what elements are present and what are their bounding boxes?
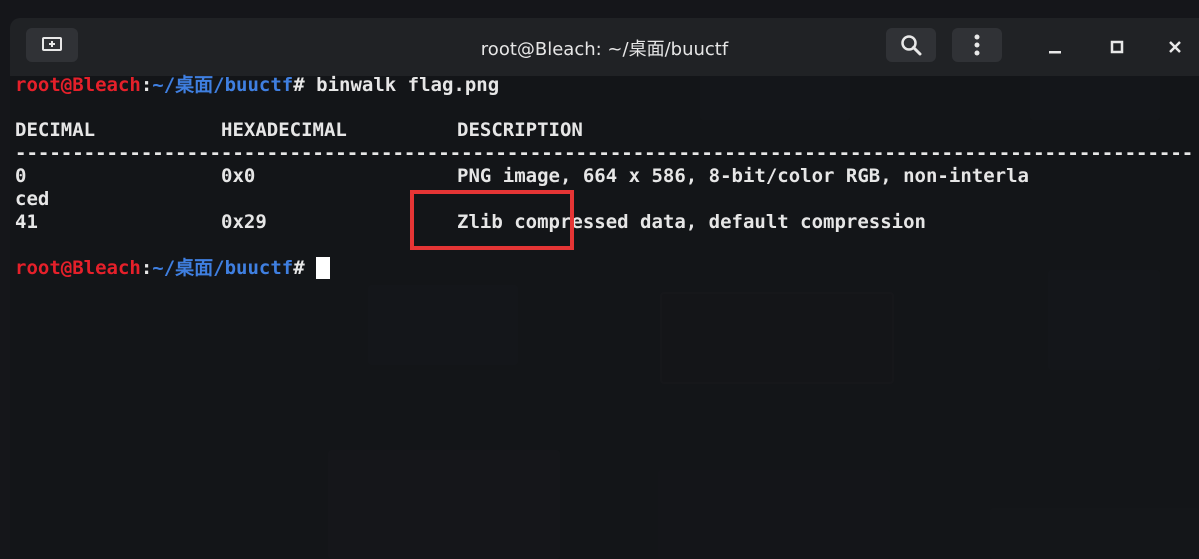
prompt-symbol: # bbox=[293, 74, 305, 96]
minimize-icon bbox=[1049, 51, 1061, 54]
row-hex: 0x29 bbox=[221, 211, 267, 233]
row-description: PNG image, 664 x 586, 8-bit/color RGB, n… bbox=[457, 165, 1029, 187]
header-description: DESCRIPTION bbox=[457, 119, 583, 141]
prompt-separator: : bbox=[140, 257, 153, 279]
command-line: root@Bleach:~/桌面/buuctf# binwalk flag.pn… bbox=[15, 74, 499, 96]
new-tab-button[interactable] bbox=[26, 28, 78, 62]
prompt-user-host: root@Bleach bbox=[15, 257, 141, 279]
search-icon bbox=[901, 35, 922, 56]
search-button[interactable] bbox=[886, 28, 936, 62]
window-title: root@Bleach: ~/桌面/buuctf bbox=[480, 39, 729, 60]
divider-line: ----------------------------------------… bbox=[15, 142, 1195, 164]
row-hex: 0x0 bbox=[221, 165, 256, 187]
kebab-menu-icon bbox=[974, 34, 980, 56]
prompt-path: ~/桌面/buuctf bbox=[152, 74, 294, 96]
terminal-output[interactable]: root@Bleach:~/桌面/buuctf# binwalk flag.pn… bbox=[15, 74, 1199, 559]
prompt-symbol: # bbox=[293, 257, 305, 279]
text-cursor bbox=[316, 257, 331, 279]
prompt-line: root@Bleach:~/桌面/buuctf# bbox=[15, 257, 331, 279]
row-decimal: ced bbox=[15, 188, 50, 210]
new-tab-icon bbox=[42, 37, 62, 51]
row-decimal: 0 bbox=[15, 165, 27, 187]
terminal-window: root@Bleach: ~/桌面/buuctf root@Bleach:~/桌… bbox=[10, 18, 1199, 559]
title-bar: root@Bleach: ~/桌面/buuctf bbox=[10, 18, 1199, 76]
menu-button[interactable] bbox=[952, 28, 1002, 62]
header-decimal: DECIMAL bbox=[15, 119, 96, 141]
minimize-button[interactable] bbox=[1040, 32, 1070, 62]
row-decimal: 41 bbox=[15, 211, 38, 233]
maximize-icon bbox=[1110, 40, 1124, 54]
command-text: binwalk flag.png bbox=[304, 74, 500, 96]
prompt-separator: : bbox=[140, 74, 153, 96]
maximize-button[interactable] bbox=[1102, 32, 1132, 62]
close-button[interactable] bbox=[1160, 32, 1190, 62]
prompt-path: ~/桌面/buuctf bbox=[152, 257, 294, 279]
close-icon bbox=[1169, 41, 1181, 53]
header-hexadecimal: HEXADECIMAL bbox=[221, 119, 347, 141]
prompt-user-host: root@Bleach bbox=[15, 74, 141, 96]
highlight-box bbox=[410, 190, 574, 250]
